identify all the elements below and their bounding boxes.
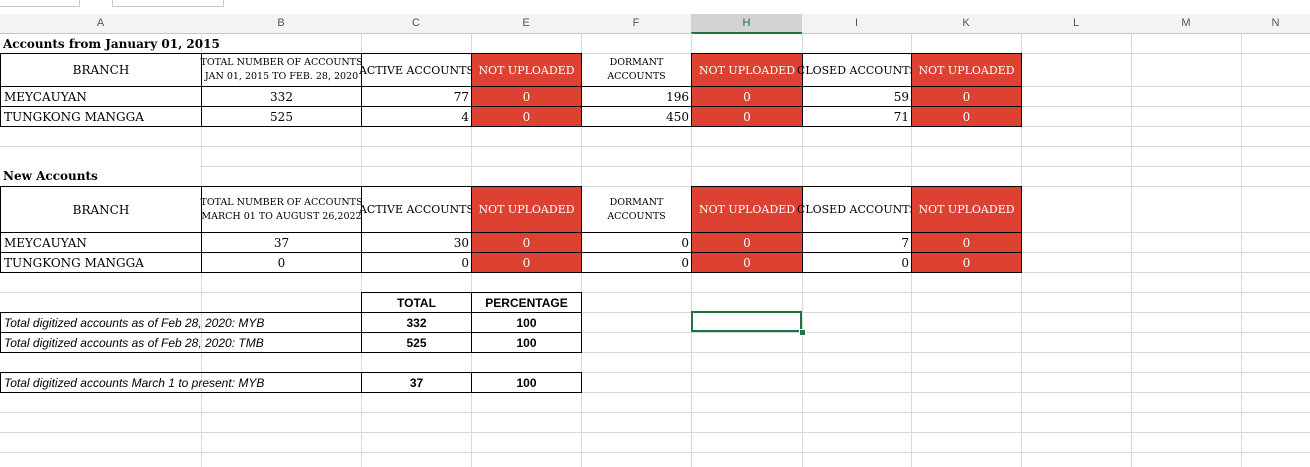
- section1-title[interactable]: Accounts from January 01, 2015: [0, 34, 220, 53]
- sheet-top-strip: [0, 0, 1310, 14]
- closed-cell[interactable]: 59: [802, 86, 912, 107]
- section1-closed-header[interactable]: CLOSED ACCOUNTS: [797, 53, 917, 87]
- section2-total-header-line2: MARCH 01 TO AUGUST 26,2022: [201, 210, 362, 222]
- column-header-h[interactable]: H: [691, 14, 802, 33]
- fill-handle[interactable]: [799, 329, 806, 336]
- summary-label[interactable]: Total digitized accounts March 1 to pres…: [0, 372, 362, 393]
- not-uploaded-cell[interactable]: 0: [471, 232, 582, 253]
- not-uploaded-cell[interactable]: 0: [471, 86, 582, 107]
- closed-cell[interactable]: 0: [802, 252, 912, 273]
- column-header-i[interactable]: I: [802, 14, 911, 33]
- dormant-cell[interactable]: 196: [581, 86, 692, 107]
- section1-dormant-header-line1: DORMANT: [609, 57, 664, 68]
- column-header-e[interactable]: E: [471, 14, 581, 33]
- dormant-cell[interactable]: 0: [581, 252, 692, 273]
- summary-percentage[interactable]: 100: [471, 372, 582, 393]
- column-header-c[interactable]: C: [361, 14, 471, 33]
- summary-label[interactable]: Total digitized accounts as of Feb 28, 2…: [0, 332, 362, 353]
- summary-total[interactable]: 332: [361, 312, 472, 333]
- total-cell[interactable]: 525: [201, 106, 362, 127]
- total-cell[interactable]: 37: [201, 232, 362, 253]
- not-uploaded-cell[interactable]: 0: [911, 86, 1022, 107]
- not-uploaded-cell[interactable]: 0: [911, 232, 1022, 253]
- selected-column-indicator: [691, 32, 802, 34]
- section2-title[interactable]: New Accounts: [0, 166, 200, 186]
- not-uploaded-cell[interactable]: 0: [471, 252, 582, 273]
- column-header-l[interactable]: L: [1021, 14, 1131, 33]
- summary-total-header[interactable]: TOTAL: [361, 292, 472, 313]
- section2-not-uploaded-header-2[interactable]: NOT UPLOADED: [691, 186, 803, 233]
- section2-dormant-header-line1: DORMANT: [609, 196, 664, 208]
- active-cell[interactable]: 0: [361, 252, 472, 273]
- summary-total[interactable]: 525: [361, 332, 472, 353]
- section1-dormant-header[interactable]: DORMANT ACCOUNTS: [582, 54, 691, 86]
- summary-total[interactable]: 37: [361, 372, 472, 393]
- column-header-k[interactable]: K: [911, 14, 1021, 33]
- branch-cell[interactable]: TUNGKONG MANGGA: [0, 252, 202, 273]
- dormant-cell[interactable]: 450: [581, 106, 692, 127]
- column-header-b[interactable]: B: [201, 14, 361, 33]
- sheet-tab[interactable]: [112, 0, 224, 7]
- summary-percentage[interactable]: 100: [471, 332, 582, 353]
- not-uploaded-cell[interactable]: 0: [691, 106, 803, 127]
- column-header-n[interactable]: N: [1241, 14, 1310, 33]
- not-uploaded-cell[interactable]: 0: [691, 252, 803, 273]
- branch-cell[interactable]: TUNGKONG MANGGA: [0, 106, 202, 127]
- branch-cell[interactable]: MEYCAUYAN: [0, 232, 202, 253]
- not-uploaded-cell[interactable]: 0: [471, 106, 582, 127]
- section2-total-header-line1: TOTAL NUMBER OF ACCOUNTS: [200, 196, 363, 208]
- total-cell[interactable]: 332: [201, 86, 362, 107]
- section1-total-header-line2: JAN 01, 2015 TO FEB. 28, 2020: [204, 71, 359, 82]
- section2-not-uploaded-header-1[interactable]: NOT UPLOADED: [471, 186, 582, 233]
- section2-dormant-header-line2: ACCOUNTS: [607, 210, 666, 222]
- column-header-a[interactable]: A: [0, 14, 201, 33]
- total-cell[interactable]: 0: [201, 252, 362, 273]
- section2-closed-header[interactable]: CLOSED ACCOUNTS: [797, 186, 917, 233]
- section1-total-header[interactable]: TOTAL NUMBER OF ACCOUNTS JAN 01, 2015 TO…: [200, 53, 363, 87]
- section2-active-header[interactable]: ACTIVE ACCOUNTS: [359, 186, 474, 233]
- section1-not-uploaded-header-3[interactable]: NOT UPLOADED: [911, 53, 1022, 87]
- active-cell[interactable]: 77: [361, 86, 472, 107]
- active-cell-selection[interactable]: [691, 311, 802, 332]
- column-header-f[interactable]: F: [581, 14, 691, 33]
- section2-branch-header[interactable]: BRANCH: [0, 186, 202, 233]
- summary-percentage[interactable]: 100: [471, 312, 582, 333]
- not-uploaded-cell[interactable]: 0: [691, 86, 803, 107]
- closed-cell[interactable]: 7: [802, 232, 912, 253]
- section1-dormant-header-line2: ACCOUNTS: [607, 71, 666, 82]
- section2-dormant-header[interactable]: DORMANT ACCOUNTS: [582, 187, 691, 232]
- column-header-m[interactable]: M: [1131, 14, 1241, 33]
- section1-active-header[interactable]: ACTIVE ACCOUNTS: [359, 53, 474, 87]
- dormant-cell[interactable]: 0: [581, 232, 692, 253]
- not-uploaded-cell[interactable]: 0: [911, 252, 1022, 273]
- section1-not-uploaded-header-1[interactable]: NOT UPLOADED: [471, 53, 582, 87]
- sheet-tab[interactable]: [0, 0, 80, 7]
- branch-cell[interactable]: MEYCAUYAN: [0, 86, 202, 107]
- closed-cell[interactable]: 71: [802, 106, 912, 127]
- section1-branch-header[interactable]: BRANCH: [0, 53, 202, 87]
- section2-not-uploaded-header-3[interactable]: NOT UPLOADED: [911, 186, 1022, 233]
- active-cell[interactable]: 30: [361, 232, 472, 253]
- section2-total-header[interactable]: TOTAL NUMBER OF ACCOUNTS MARCH 01 TO AUG…: [200, 186, 363, 233]
- summary-percentage-header[interactable]: PERCENTAGE: [471, 292, 582, 313]
- not-uploaded-cell[interactable]: 0: [691, 232, 803, 253]
- not-uploaded-cell[interactable]: 0: [911, 106, 1022, 127]
- section1-not-uploaded-header-2[interactable]: NOT UPLOADED: [691, 53, 803, 87]
- section1-total-header-line1: TOTAL NUMBER OF ACCOUNTS: [200, 57, 363, 68]
- summary-label[interactable]: Total digitized accounts as of Feb 28, 2…: [0, 312, 362, 333]
- active-cell[interactable]: 4: [361, 106, 472, 127]
